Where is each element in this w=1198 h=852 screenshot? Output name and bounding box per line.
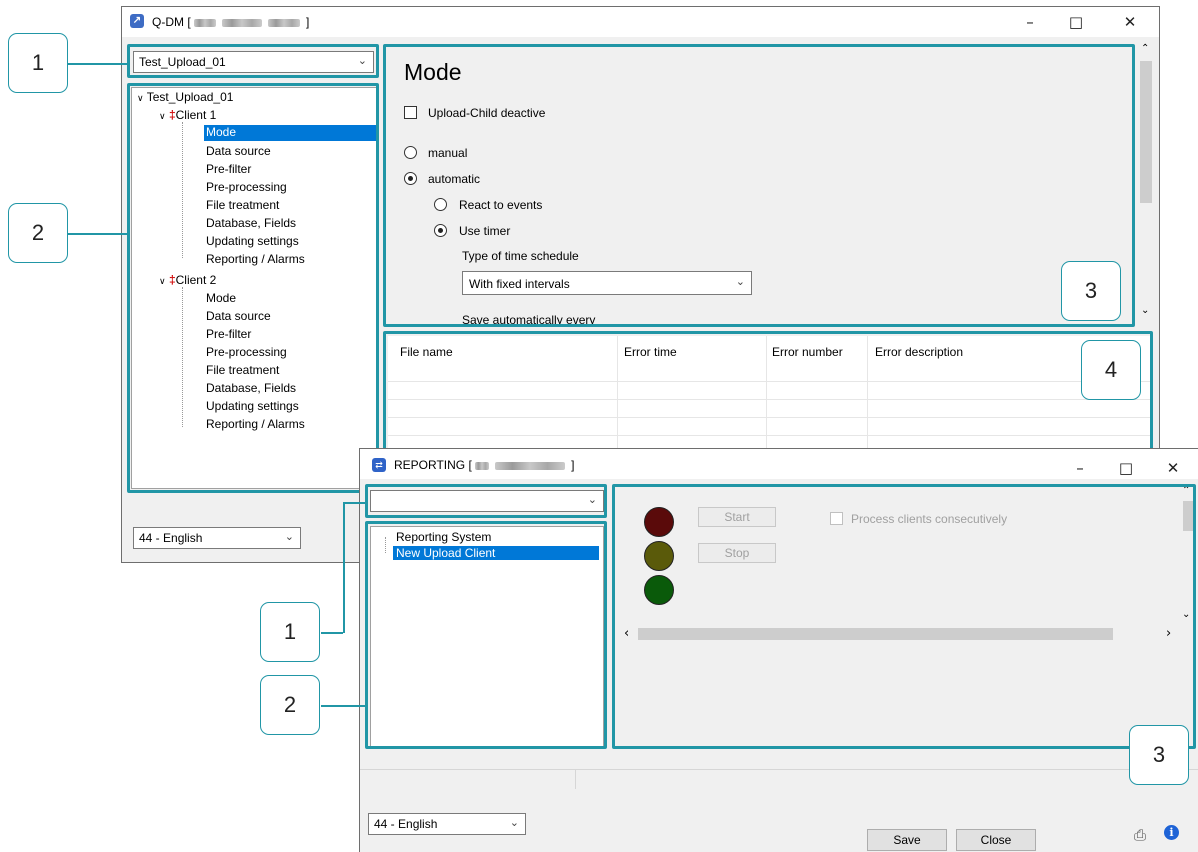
- highlight-box-1: [365, 484, 607, 518]
- qdm-app-icon: ↗: [130, 14, 144, 28]
- callout-connector: [321, 632, 343, 634]
- close-icon[interactable]: ✕: [1150, 453, 1196, 483]
- chevron-down-icon: ⌄: [284, 530, 294, 543]
- maximize-icon[interactable]: □: [1053, 7, 1099, 37]
- highlight-box-3: [612, 484, 1196, 749]
- highlight-box-2: [127, 83, 379, 493]
- callout-connector: [68, 233, 127, 235]
- callout-2: 2: [260, 675, 320, 735]
- scroll-thumb[interactable]: [1140, 61, 1152, 203]
- scroll-up-icon[interactable]: ⌃: [1141, 43, 1149, 54]
- chevron-down-icon: ⌄: [509, 816, 519, 829]
- close-icon[interactable]: ✕: [1107, 7, 1153, 37]
- printer-icon[interactable]: ⎙: [1134, 826, 1146, 844]
- main-title-bar[interactable]: ↗ Q-DM [ ] – □ ✕: [122, 7, 1159, 37]
- reporting-title-bar[interactable]: ⇄ REPORTING [ ] – □ ✕: [360, 449, 1198, 479]
- maximize-icon[interactable]: □: [1103, 453, 1149, 483]
- callout-2: 2: [8, 203, 68, 263]
- status-bar-divider: [360, 769, 1198, 770]
- callout-3: 3: [1061, 261, 1121, 321]
- language-value: 44 - English: [139, 531, 203, 545]
- reporting-app-icon: ⇄: [372, 458, 386, 472]
- save-button[interactable]: Save: [867, 829, 947, 851]
- mode-scrollbar[interactable]: ⌃ ⌄: [1137, 41, 1155, 323]
- reporting-window-title: REPORTING [ ]: [394, 458, 575, 472]
- callout-1: 1: [260, 602, 320, 662]
- callout-connector: [343, 502, 365, 504]
- callout-3: 3: [1129, 725, 1189, 785]
- callout-connector: [343, 502, 345, 633]
- highlight-box-1: [127, 44, 379, 78]
- info-icon[interactable]: i: [1164, 825, 1179, 840]
- language-value: 44 - English: [374, 817, 438, 831]
- scroll-down-icon[interactable]: ⌄: [1141, 305, 1149, 316]
- highlight-box-3: [383, 44, 1135, 327]
- language-select[interactable]: 44 - English ⌄: [368, 813, 526, 835]
- status-bar-separator: [575, 769, 576, 789]
- close-button[interactable]: Close: [956, 829, 1036, 851]
- callout-connector: [68, 63, 127, 65]
- minimize-icon[interactable]: –: [1007, 7, 1053, 37]
- language-select[interactable]: 44 - English ⌄: [133, 527, 301, 549]
- callout-1: 1: [8, 33, 68, 93]
- minimize-icon[interactable]: –: [1057, 453, 1103, 483]
- callout-4: 4: [1081, 340, 1141, 400]
- highlight-box-2: [365, 521, 607, 749]
- callout-connector: [321, 705, 365, 707]
- main-window-title: Q-DM [ ]: [152, 15, 310, 29]
